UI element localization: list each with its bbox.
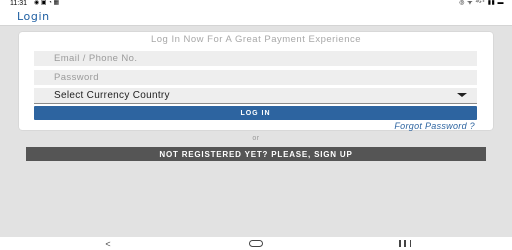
or-divider: or xyxy=(252,135,260,142)
notification-icons: ◉ ▣ ◔ ▦ xyxy=(34,0,60,6)
recents-icon xyxy=(399,240,411,247)
email-phone-input[interactable] xyxy=(34,51,477,66)
back-icon: < xyxy=(105,238,111,249)
forgot-password-link[interactable]: Forgot Password ? xyxy=(394,121,475,131)
currency-select-value: Select Currency Country xyxy=(54,90,170,101)
nav-home-button[interactable] xyxy=(248,238,264,249)
status-bar: 11:31 ◉ ▣ ◔ ▦ ◎ ᯤ ⁴ᴳ⁺ ▮▮ ▬ xyxy=(0,0,512,7)
home-icon xyxy=(249,240,263,247)
nav-recents-button[interactable] xyxy=(397,238,413,249)
system-status-icons: ◎ ᯤ ⁴ᴳ⁺ ▮▮ ▬ xyxy=(459,0,504,6)
nav-back-button[interactable]: < xyxy=(100,238,116,249)
status-time: 11:31 xyxy=(10,0,27,7)
page-title: Login xyxy=(17,10,50,23)
currency-country-select[interactable]: Select Currency Country xyxy=(34,88,477,104)
system-nav-bar: < xyxy=(0,237,512,250)
password-input[interactable] xyxy=(34,70,477,85)
login-heading: Log In Now For A Great Payment Experienc… xyxy=(150,34,362,45)
dropdown-arrow-icon xyxy=(457,93,467,97)
login-button[interactable]: LOG IN xyxy=(34,106,477,120)
login-card: Log In Now For A Great Payment Experienc… xyxy=(19,32,493,131)
app-bar: Login xyxy=(0,7,512,26)
signup-button[interactable]: NOT REGISTERED YET? PLEASE, SIGN UP xyxy=(26,147,486,161)
